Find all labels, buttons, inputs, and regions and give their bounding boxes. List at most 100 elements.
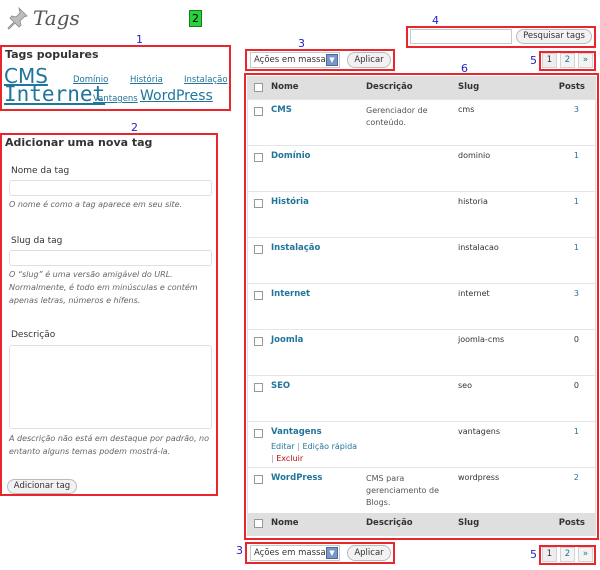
page-2-bottom[interactable]: 2 xyxy=(560,547,575,562)
column-slug[interactable]: Slug xyxy=(458,82,479,92)
next-page-bottom[interactable]: » xyxy=(578,547,593,562)
column-slug-footer[interactable]: Slug xyxy=(458,518,479,528)
tag-post-count[interactable]: 3 xyxy=(574,289,579,298)
tag-name-link[interactable]: Internet xyxy=(271,289,310,299)
column-name[interactable]: Nome xyxy=(271,82,299,92)
tag-name-hint: O nome é como a tag aparece em seu site. xyxy=(9,200,183,209)
table-row: História historia 1 xyxy=(248,191,595,237)
tag-slug: internet xyxy=(458,289,490,298)
tag-description: CMS para gerenciamento de Blogs. xyxy=(366,474,439,507)
annotation-3-bottom: 3 xyxy=(236,544,243,557)
tag-post-count[interactable]: 1 xyxy=(574,427,579,436)
row-action-separator: | xyxy=(297,442,300,451)
tag-slug-input[interactable] xyxy=(9,250,212,266)
row-checkbox[interactable] xyxy=(254,153,263,162)
tag-slug: vantagens xyxy=(458,427,500,436)
tag-wordpress[interactable]: WordPress xyxy=(140,88,213,104)
tag-slug: seo xyxy=(458,381,472,390)
tag-name-label: Nome da tag xyxy=(11,166,70,176)
row-actions: Editar | Edição rápida | Excluir xyxy=(271,441,361,465)
tag-internet[interactable]: Internet xyxy=(4,82,105,106)
search-tags-button[interactable]: Pesquisar tags xyxy=(516,29,592,44)
select-all-checkbox[interactable] xyxy=(254,83,263,92)
table-row: CMS Gerenciador de conteúdo. cms 3 xyxy=(248,99,595,145)
row-checkbox[interactable] xyxy=(254,429,263,438)
row-checkbox[interactable] xyxy=(254,291,263,300)
apply-button-bottom[interactable]: Aplicar xyxy=(347,545,391,561)
tag-name-link[interactable]: Joomla xyxy=(271,335,303,345)
column-posts-footer[interactable]: Posts xyxy=(559,518,585,528)
tag-post-count: 0 xyxy=(573,381,579,390)
tag-instalacao[interactable]: Instalação xyxy=(184,75,228,85)
tag-name-link[interactable]: Domínio xyxy=(271,151,310,161)
annotation-5-bottom: 5 xyxy=(530,548,537,561)
page-1-top: 1 xyxy=(542,53,557,68)
chevron-down-icon: ▼ xyxy=(326,54,338,66)
column-description[interactable]: Descrição xyxy=(366,82,413,92)
tag-historia[interactable]: História xyxy=(130,75,163,85)
tag-post-count[interactable]: 1 xyxy=(574,197,579,206)
tag-name-link[interactable]: História xyxy=(271,197,309,207)
page-title: Tags xyxy=(33,6,80,30)
table-row: Instalação instalacao 1 xyxy=(248,237,595,283)
tag-name-link[interactable]: Vantagens xyxy=(271,427,322,437)
edit-link[interactable]: Editar xyxy=(271,442,295,451)
bulk-actions-select-bottom[interactable]: Ações em massa ▼ xyxy=(250,545,340,561)
tag-description-label: Descrição xyxy=(11,330,56,340)
row-checkbox[interactable] xyxy=(254,199,263,208)
tag-name-input[interactable] xyxy=(9,180,212,196)
table-row: Joomla joomla-cms 0 xyxy=(248,329,595,375)
quick-edit-link[interactable]: Edição rápida xyxy=(302,442,357,451)
tag-name-link[interactable]: WordPress xyxy=(271,473,323,483)
bulk-actions-selected: Ações em massa xyxy=(254,55,326,65)
tag-name-link[interactable]: CMS xyxy=(271,105,292,115)
tag-post-count[interactable]: 3 xyxy=(574,105,579,114)
chevron-down-icon: ▼ xyxy=(326,547,338,559)
tag-slug: instalacao xyxy=(458,243,499,252)
annotation-5-top: 5 xyxy=(530,54,537,67)
table-row: Domínio dominio 1 xyxy=(248,145,595,191)
row-checkbox[interactable] xyxy=(254,245,263,254)
tag-slug: historia xyxy=(458,197,488,206)
tag-slug: wordpress xyxy=(458,473,500,482)
tag-post-count[interactable]: 2 xyxy=(574,473,579,482)
tag-slug: dominio xyxy=(458,151,491,160)
row-checkbox[interactable] xyxy=(254,383,263,392)
delete-link[interactable]: Excluir xyxy=(276,454,303,463)
search-tags-input[interactable] xyxy=(410,29,512,44)
table-row: WordPress CMS para gerenciamento de Blog… xyxy=(248,467,595,513)
tags-table: Nome Descrição Slug Posts CMS Gerenciado… xyxy=(247,76,596,536)
select-all-checkbox-footer[interactable] xyxy=(254,519,263,528)
tag-post-count[interactable]: 1 xyxy=(574,151,579,160)
tag-name-link[interactable]: Instalação xyxy=(271,243,320,253)
step-badge: 2 xyxy=(189,10,202,27)
column-name-footer[interactable]: Nome xyxy=(271,518,299,528)
tag-slug-hint: O “slug” é uma versão amigável do URL. N… xyxy=(9,270,198,305)
row-checkbox[interactable] xyxy=(254,337,263,346)
row-action-separator: | xyxy=(271,454,274,463)
column-posts[interactable]: Posts xyxy=(559,82,585,92)
tag-slug: joomla-cms xyxy=(458,335,505,344)
tag-vantagens[interactable]: Vantagens xyxy=(93,94,138,104)
tag-cloud-title: Tags populares xyxy=(5,48,99,61)
tag-post-count: 0 xyxy=(573,335,579,344)
column-description-footer[interactable]: Descrição xyxy=(366,518,413,528)
tag-name-link[interactable]: SEO xyxy=(271,381,290,391)
add-tag-title: Adicionar uma nova tag xyxy=(5,136,153,149)
tag-post-count[interactable]: 1 xyxy=(574,243,579,252)
row-checkbox[interactable] xyxy=(254,475,263,484)
bulk-actions-select-top[interactable]: Ações em massa ▼ xyxy=(250,52,340,68)
row-checkbox[interactable] xyxy=(254,107,263,116)
pin-icon xyxy=(7,6,28,30)
next-page-top[interactable]: » xyxy=(578,53,593,68)
page-2-top[interactable]: 2 xyxy=(560,53,575,68)
table-row: SEO seo 0 xyxy=(248,375,595,421)
tag-slug: cms xyxy=(458,105,475,114)
tag-slug-label: Slug da tag xyxy=(11,236,63,246)
add-tag-button[interactable]: Adicionar tag xyxy=(7,479,77,494)
tag-description-hint: A descrição não está em destaque por pad… xyxy=(9,434,209,456)
tag-description-textarea[interactable] xyxy=(9,345,212,429)
table-row: Internet internet 3 xyxy=(248,283,595,329)
apply-button-top[interactable]: Aplicar xyxy=(347,52,391,68)
table-footer: Nome Descrição Slug Posts xyxy=(248,513,595,535)
